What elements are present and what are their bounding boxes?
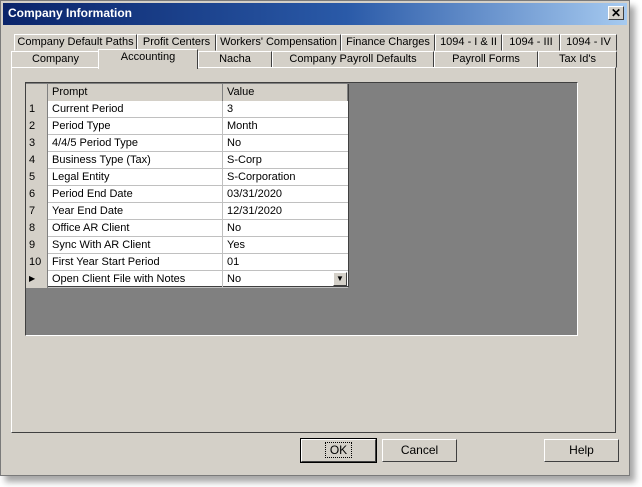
value-cell[interactable]: 01 — [223, 254, 348, 271]
value-cell[interactable]: S-Corp — [223, 152, 348, 169]
table-row[interactable]: 7 Year End Date 12/31/2020 — [26, 203, 348, 220]
value-text: S-Corp — [227, 154, 262, 166]
row-number[interactable]: 2 — [26, 118, 48, 135]
prompt-cell: Period Type — [48, 118, 223, 135]
row-number[interactable]: 6 — [26, 186, 48, 203]
tab-label: Tax Id's — [559, 53, 596, 65]
table-row[interactable]: 10 First Year Start Period 01 — [26, 254, 348, 271]
current-row-indicator-icon[interactable]: ▶ — [26, 271, 48, 288]
column-header-prompt[interactable]: Prompt — [48, 84, 223, 101]
row-number[interactable]: 1 — [26, 101, 48, 118]
value-text: 3 — [227, 103, 234, 115]
value-text: S-Corporation — [227, 171, 296, 183]
column-header-value[interactable]: Value — [223, 84, 348, 101]
value-text: No — [227, 273, 242, 285]
value-cell[interactable]: 3 — [223, 101, 348, 118]
prompt-cell: Period End Date — [48, 186, 223, 203]
prompt-cell: Legal Entity — [48, 169, 223, 186]
tab-tax-ids[interactable]: Tax Id's — [538, 51, 617, 68]
tab-company-payroll-defaults[interactable]: Company Payroll Defaults — [272, 51, 434, 68]
table-row[interactable]: 8 Office AR Client No — [26, 220, 348, 237]
tab-label: Accounting — [120, 51, 176, 63]
table-row[interactable]: ▶ Open Client File with Notes No ▼ — [26, 271, 348, 288]
tab-label: Company Payroll Defaults — [289, 53, 417, 65]
help-label: Help — [569, 443, 594, 457]
prompt-cell: Open Client File with Notes — [48, 271, 223, 288]
prompt-cell: Business Type (Tax) — [48, 152, 223, 169]
tab-1094-iv[interactable]: 1094 - IV — [560, 34, 617, 51]
tab-label: Workers' Compensation — [220, 36, 337, 48]
row-number[interactable]: 9 — [26, 237, 48, 254]
row-number[interactable]: 3 — [26, 135, 48, 152]
value-text: 12/31/2020 — [227, 205, 283, 217]
prompt-cell: First Year Start Period — [48, 254, 223, 271]
ok-label: OK — [324, 442, 353, 458]
grid-header-row: Prompt Value — [26, 84, 348, 101]
prompt-cell: Sync With AR Client — [48, 237, 223, 254]
value-cell[interactable]: No — [223, 220, 348, 237]
prompt-cell: Year End Date — [48, 203, 223, 220]
value-cell[interactable]: S-Corporation — [223, 169, 348, 186]
tab-label: Profit Centers — [142, 36, 211, 48]
tab-label: Finance Charges — [346, 36, 430, 48]
table-row[interactable]: 9 Sync With AR Client Yes — [26, 237, 348, 254]
cancel-button[interactable]: Cancel — [382, 439, 457, 462]
value-cell[interactable]: 12/31/2020 — [223, 203, 348, 220]
tab-label: Company Default Paths — [17, 36, 134, 48]
dropdown-arrow-icon[interactable]: ▼ — [333, 272, 347, 286]
prompt-cell: 4/4/5 Period Type — [48, 135, 223, 152]
close-icon: ✕ — [610, 6, 622, 20]
window-title: Company Information — [8, 6, 133, 20]
tab-accounting[interactable]: Accounting — [98, 49, 198, 69]
tab-label: 1094 - I & II — [440, 36, 497, 48]
table-row[interactable]: 2 Period Type Month — [26, 118, 348, 135]
tab-label: Company — [31, 53, 80, 65]
row-number[interactable]: 7 — [26, 203, 48, 220]
tab-label: Nacha — [219, 53, 251, 65]
row-number[interactable]: 4 — [26, 152, 48, 169]
value-text: 03/31/2020 — [227, 188, 283, 200]
value-text: Yes — [227, 239, 245, 251]
value-text: No — [227, 137, 242, 149]
accounting-settings-grid[interactable]: Prompt Value 1 Current Period 3 2 Period Typ… — [26, 84, 349, 288]
help-button[interactable]: Help — [544, 439, 619, 462]
tab-label: 1094 - IV — [566, 36, 611, 48]
value-cell[interactable]: No — [223, 135, 348, 152]
value-cell[interactable]: 03/31/2020 — [223, 186, 348, 203]
prompt-cell: Current Period — [48, 101, 223, 118]
tab-finance-charges[interactable]: Finance Charges — [341, 34, 435, 51]
cancel-label: Cancel — [400, 443, 439, 457]
tab-1094-iii[interactable]: 1094 - III — [502, 34, 560, 51]
close-button[interactable]: ✕ — [608, 6, 624, 20]
tab-workers-compensation[interactable]: Workers' Compensation — [216, 34, 341, 51]
prompt-cell: Office AR Client — [48, 220, 223, 237]
table-row[interactable]: 5 Legal Entity S-Corporation — [26, 169, 348, 186]
table-row[interactable]: 1 Current Period 3 — [26, 101, 348, 118]
value-cell[interactable]: Yes — [223, 237, 348, 254]
value-text: 01 — [227, 256, 240, 268]
table-row[interactable]: 4 Business Type (Tax) S-Corp — [26, 152, 348, 169]
tab-label: 1094 - III — [509, 36, 553, 48]
table-row[interactable]: 6 Period End Date 03/31/2020 — [26, 186, 348, 203]
value-text: No — [227, 222, 242, 234]
ok-button[interactable]: OK — [300, 438, 377, 463]
tab-nacha[interactable]: Nacha — [198, 51, 272, 68]
value-cell[interactable]: No ▼ — [223, 271, 348, 288]
row-number[interactable]: 8 — [26, 220, 48, 237]
tab-company[interactable]: Company — [11, 51, 100, 68]
grid-corner-cell — [26, 84, 48, 101]
tab-label: Payroll Forms — [452, 53, 520, 65]
tab-1094-i-ii[interactable]: 1094 - I & II — [435, 34, 502, 51]
table-row[interactable]: 3 4/4/5 Period Type No — [26, 135, 348, 152]
value-cell[interactable]: Month — [223, 118, 348, 135]
title-bar: Company Information ✕ — [3, 3, 627, 25]
tab-payroll-forms[interactable]: Payroll Forms — [434, 51, 538, 68]
row-number[interactable]: 10 — [26, 254, 48, 271]
row-number[interactable]: 5 — [26, 169, 48, 186]
value-text: Month — [227, 120, 258, 132]
